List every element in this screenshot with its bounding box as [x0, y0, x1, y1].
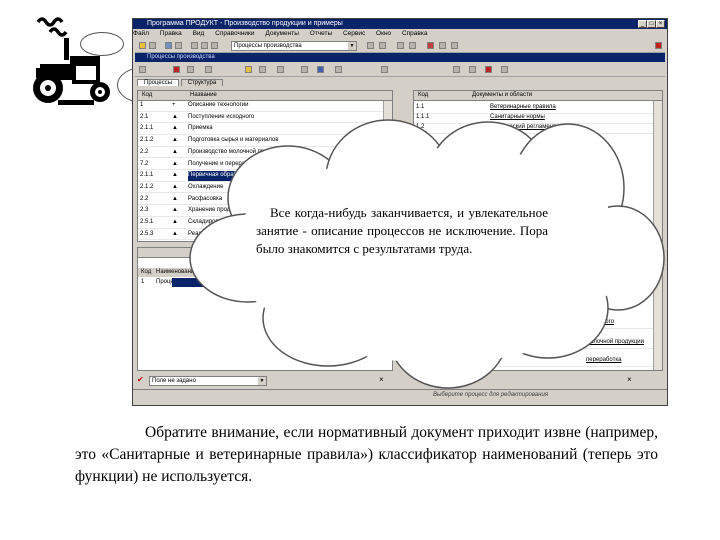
tractor-icon — [33, 17, 110, 105]
inner-window-title: Процессы производства — [135, 53, 665, 62]
toolbar-icon[interactable] — [187, 66, 194, 73]
toolbar-icon[interactable] — [175, 42, 182, 49]
check-icon[interactable]: ✔ — [137, 375, 144, 384]
menu-item[interactable]: Сервис — [343, 30, 365, 37]
process-table-header: Код Название — [138, 91, 392, 101]
main-toolbar: Процессы производства ▼ — [135, 40, 665, 53]
toolbar-icon[interactable] — [259, 66, 266, 73]
toolbar-icon[interactable] — [379, 42, 386, 49]
toolbar-icon[interactable] — [205, 66, 212, 73]
menu-item[interactable]: Окно — [376, 30, 391, 37]
object-select[interactable]: Процессы производства ▼ — [231, 41, 357, 51]
menu-item[interactable]: Справка — [402, 30, 428, 37]
toolbar-icon[interactable] — [301, 66, 308, 73]
menu-item[interactable]: Отчеты — [310, 30, 332, 37]
toolbar-icon[interactable] — [317, 66, 324, 73]
toolbar-icon[interactable] — [485, 66, 492, 73]
toolbar-icon[interactable] — [469, 66, 476, 73]
toolbar-icon[interactable] — [191, 42, 198, 49]
toolbar-icon[interactable] — [381, 66, 388, 73]
maximize-button[interactable]: □ — [647, 20, 656, 28]
menu-bar: Файл Правка Вид Справочники Документы От… — [133, 29, 667, 39]
process-row[interactable]: 1 + Описание технологии — [138, 101, 392, 112]
toolbar-icon[interactable] — [367, 42, 374, 49]
menu-item[interactable]: Файл — [133, 30, 149, 37]
menu-item[interactable]: Справочники — [215, 30, 254, 37]
toolbar-icon[interactable] — [409, 42, 416, 49]
tab-strip: Процессы Структура — [137, 78, 377, 88]
toolbar-icon[interactable] — [439, 42, 446, 49]
toolbar-icon[interactable] — [335, 66, 342, 73]
toolbar-icon[interactable] — [427, 42, 434, 49]
toolbar-icon[interactable] — [397, 42, 404, 49]
thought-cloud — [189, 119, 665, 389]
toolbar-icon[interactable] — [139, 66, 146, 73]
toolbar-icon[interactable] — [139, 42, 146, 49]
toolbar-icon[interactable] — [453, 66, 460, 73]
toolbar-icon[interactable] — [655, 42, 662, 49]
toolbar-icon[interactable] — [451, 42, 458, 49]
toolbar-icon[interactable] — [201, 42, 208, 49]
caption-paragraph: Обратите внимание, если нормативный доку… — [75, 424, 658, 485]
toolbar-icon[interactable] — [501, 66, 508, 73]
menu-item[interactable]: Правка — [160, 30, 182, 37]
tab-structure[interactable]: Структура — [180, 79, 224, 86]
toolbar-icon[interactable] — [149, 42, 156, 49]
menu-item[interactable]: Документы — [265, 30, 299, 37]
cloud-text: Все когда-нибудь заканчивается, и увлека… — [256, 205, 548, 256]
minimize-button[interactable]: _ — [638, 20, 647, 28]
thought-bubble-small — [80, 32, 124, 56]
toolbar-icon[interactable] — [173, 66, 180, 73]
toolbar-icon[interactable] — [245, 66, 252, 73]
toolbar-icon[interactable] — [165, 42, 172, 49]
chevron-down-icon: ▼ — [348, 42, 356, 50]
secondary-toolbar — [135, 64, 665, 77]
tab-processes[interactable]: Процессы — [137, 79, 180, 86]
close-button[interactable]: × — [656, 20, 665, 28]
document-row[interactable]: 1.1 Ветеринарные правила — [414, 103, 662, 114]
documents-table-header: Код Документы и области — [414, 91, 662, 101]
window-title: Программа ПРОДУКТ - Производство продукц… — [133, 19, 667, 29]
toolbar-icon[interactable] — [277, 66, 284, 73]
toolbar-icon[interactable] — [211, 42, 218, 49]
menu-item[interactable]: Вид — [193, 30, 205, 37]
